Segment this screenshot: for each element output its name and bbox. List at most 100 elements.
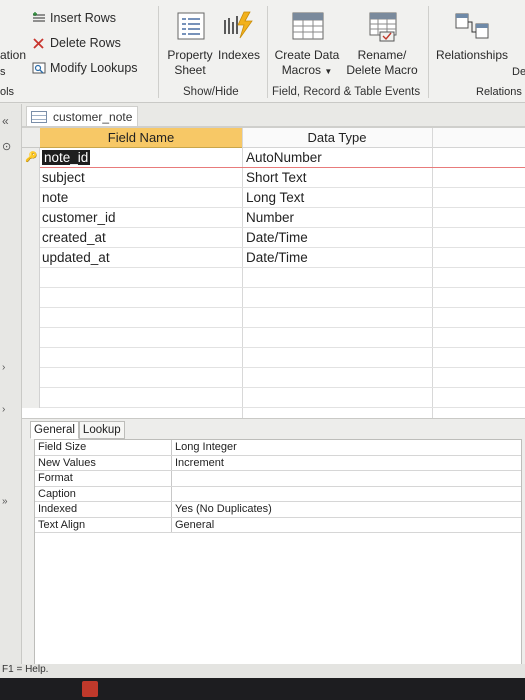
property-sheet-label-1: Property xyxy=(167,48,213,62)
field-name-cell[interactable]: note xyxy=(42,188,68,208)
data-type-text: AutoNumber xyxy=(246,150,322,165)
property-name: Text Align xyxy=(35,517,172,532)
data-type-cell[interactable]: Date/Time xyxy=(246,248,308,268)
row-selector[interactable] xyxy=(22,288,40,308)
data-type-cell[interactable]: Short Text xyxy=(246,168,307,188)
tab-lookup[interactable]: Lookup xyxy=(78,421,125,439)
field-name-text: note_id xyxy=(42,150,91,165)
data-type-text: Short Text xyxy=(246,170,307,185)
property-name: Format xyxy=(35,471,172,486)
table-row[interactable]: updated_at Date/Time xyxy=(22,248,525,268)
row-selector[interactable] xyxy=(22,308,40,328)
row-selector[interactable] xyxy=(22,368,40,388)
table-row[interactable] xyxy=(22,328,525,348)
row-selector[interactable] xyxy=(22,168,40,188)
data-type-cell[interactable]: Number xyxy=(246,208,294,228)
row-selector[interactable] xyxy=(22,188,40,208)
property-value[interactable]: Long Integer xyxy=(172,440,521,455)
indexes-button[interactable]: Indexes xyxy=(216,48,262,63)
row-selector[interactable] xyxy=(22,228,40,248)
insert-rows-button[interactable]: Insert Rows xyxy=(32,11,116,25)
field-name-cell[interactable]: note_id xyxy=(42,148,91,168)
property-row[interactable] xyxy=(35,533,521,549)
property-row[interactable] xyxy=(35,642,521,658)
table-row[interactable]: note Long Text xyxy=(22,188,525,208)
create-data-macros-button[interactable]: Create Data Macros ▼ xyxy=(272,48,342,79)
property-value[interactable] xyxy=(172,549,521,565)
indexes-icon xyxy=(224,11,253,39)
property-value[interactable] xyxy=(172,533,521,549)
property-name xyxy=(35,595,172,611)
nav-arrow-icon: › xyxy=(2,404,6,415)
row-selector[interactable] xyxy=(22,348,40,368)
row-selector[interactable] xyxy=(22,248,40,268)
table-row[interactable] xyxy=(22,388,525,408)
property-value[interactable]: Increment xyxy=(172,456,521,471)
property-row[interactable]: Caption xyxy=(35,486,521,502)
row-selector[interactable] xyxy=(22,388,40,408)
field-name-cell[interactable]: updated_at xyxy=(42,248,110,268)
property-row[interactable] xyxy=(35,611,521,627)
data-type-cell[interactable]: Date/Time xyxy=(246,228,308,248)
property-row[interactable]: Text Align General xyxy=(35,517,521,533)
column-header-description[interactable] xyxy=(432,128,525,148)
modify-lookups-button[interactable]: Modify Lookups xyxy=(32,61,138,75)
table-row[interactable]: customer_id Number xyxy=(22,208,525,228)
rename-delete-macro-button[interactable]: Rename/ Delete Macro xyxy=(343,48,421,78)
field-properties-pane: General Lookup Field Size Long Integer New… xyxy=(22,418,525,700)
column-header-field-name[interactable]: Field Name xyxy=(40,128,242,148)
table-row[interactable] xyxy=(22,348,525,368)
column-header-data-type[interactable]: Data Type xyxy=(242,128,432,148)
field-name-cell[interactable]: customer_id xyxy=(42,208,116,228)
table-row[interactable] xyxy=(22,368,525,388)
table-row[interactable] xyxy=(22,308,525,328)
property-row[interactable]: Field Size Long Integer xyxy=(35,440,521,456)
property-row[interactable]: New Values Increment xyxy=(35,455,521,471)
property-row[interactable]: Format xyxy=(35,471,521,487)
field-name-text: created_at xyxy=(42,230,106,245)
app-icon[interactable] xyxy=(82,681,98,697)
relationships-button[interactable]: Relationships xyxy=(432,48,512,63)
row-selector[interactable] xyxy=(22,328,40,348)
collapse-nav-icon[interactable]: « xyxy=(2,114,9,128)
navigation-pane-collapsed[interactable]: « ⊙ › › » xyxy=(0,104,22,664)
table-row[interactable]: 🔑 note_id AutoNumber xyxy=(22,148,525,168)
data-type-cell[interactable]: Long Text xyxy=(246,188,304,208)
property-value[interactable] xyxy=(172,487,521,502)
property-row[interactable] xyxy=(35,595,521,611)
table-row[interactable] xyxy=(22,268,525,288)
row-selector[interactable] xyxy=(22,268,40,288)
tab-customer-note[interactable]: customer_note xyxy=(26,106,138,126)
table-row[interactable]: subject Short Text xyxy=(22,168,525,188)
table-row[interactable] xyxy=(22,288,525,308)
property-sheet-button[interactable]: Property Sheet xyxy=(162,48,218,78)
property-value[interactable] xyxy=(172,580,521,596)
row-selector[interactable] xyxy=(22,208,40,228)
ribbon-separator xyxy=(158,6,159,98)
field-name-cell[interactable]: created_at xyxy=(42,228,106,248)
property-row[interactable] xyxy=(35,564,521,580)
property-value[interactable] xyxy=(172,642,521,658)
property-value[interactable]: General xyxy=(172,518,521,533)
property-value[interactable] xyxy=(172,471,521,486)
property-row[interactable] xyxy=(35,549,521,565)
property-value[interactable] xyxy=(172,626,521,642)
property-row[interactable] xyxy=(35,580,521,596)
create-data-macros-label-2: Macros xyxy=(281,63,322,77)
delete-rows-button[interactable]: Delete Rows xyxy=(32,36,121,50)
property-row[interactable]: Indexed Yes (No Duplicates) xyxy=(35,502,521,518)
data-type-cell[interactable]: AutoNumber xyxy=(246,148,322,168)
relationships-label: Relationships xyxy=(435,48,509,62)
property-value[interactable] xyxy=(172,611,521,627)
property-value[interactable]: Yes (No Duplicates) xyxy=(172,502,521,517)
field-name-cell[interactable]: subject xyxy=(42,168,85,188)
property-value[interactable] xyxy=(172,595,521,611)
table-row[interactable]: created_at Date/Time xyxy=(22,228,525,248)
ribbon-separator xyxy=(267,6,268,98)
row-selector[interactable]: 🔑 xyxy=(22,148,40,168)
tab-general[interactable]: General xyxy=(30,421,79,439)
insert-rows-icon xyxy=(33,12,45,22)
property-value[interactable] xyxy=(172,564,521,580)
property-row[interactable] xyxy=(35,626,521,642)
taskbar xyxy=(0,678,525,700)
